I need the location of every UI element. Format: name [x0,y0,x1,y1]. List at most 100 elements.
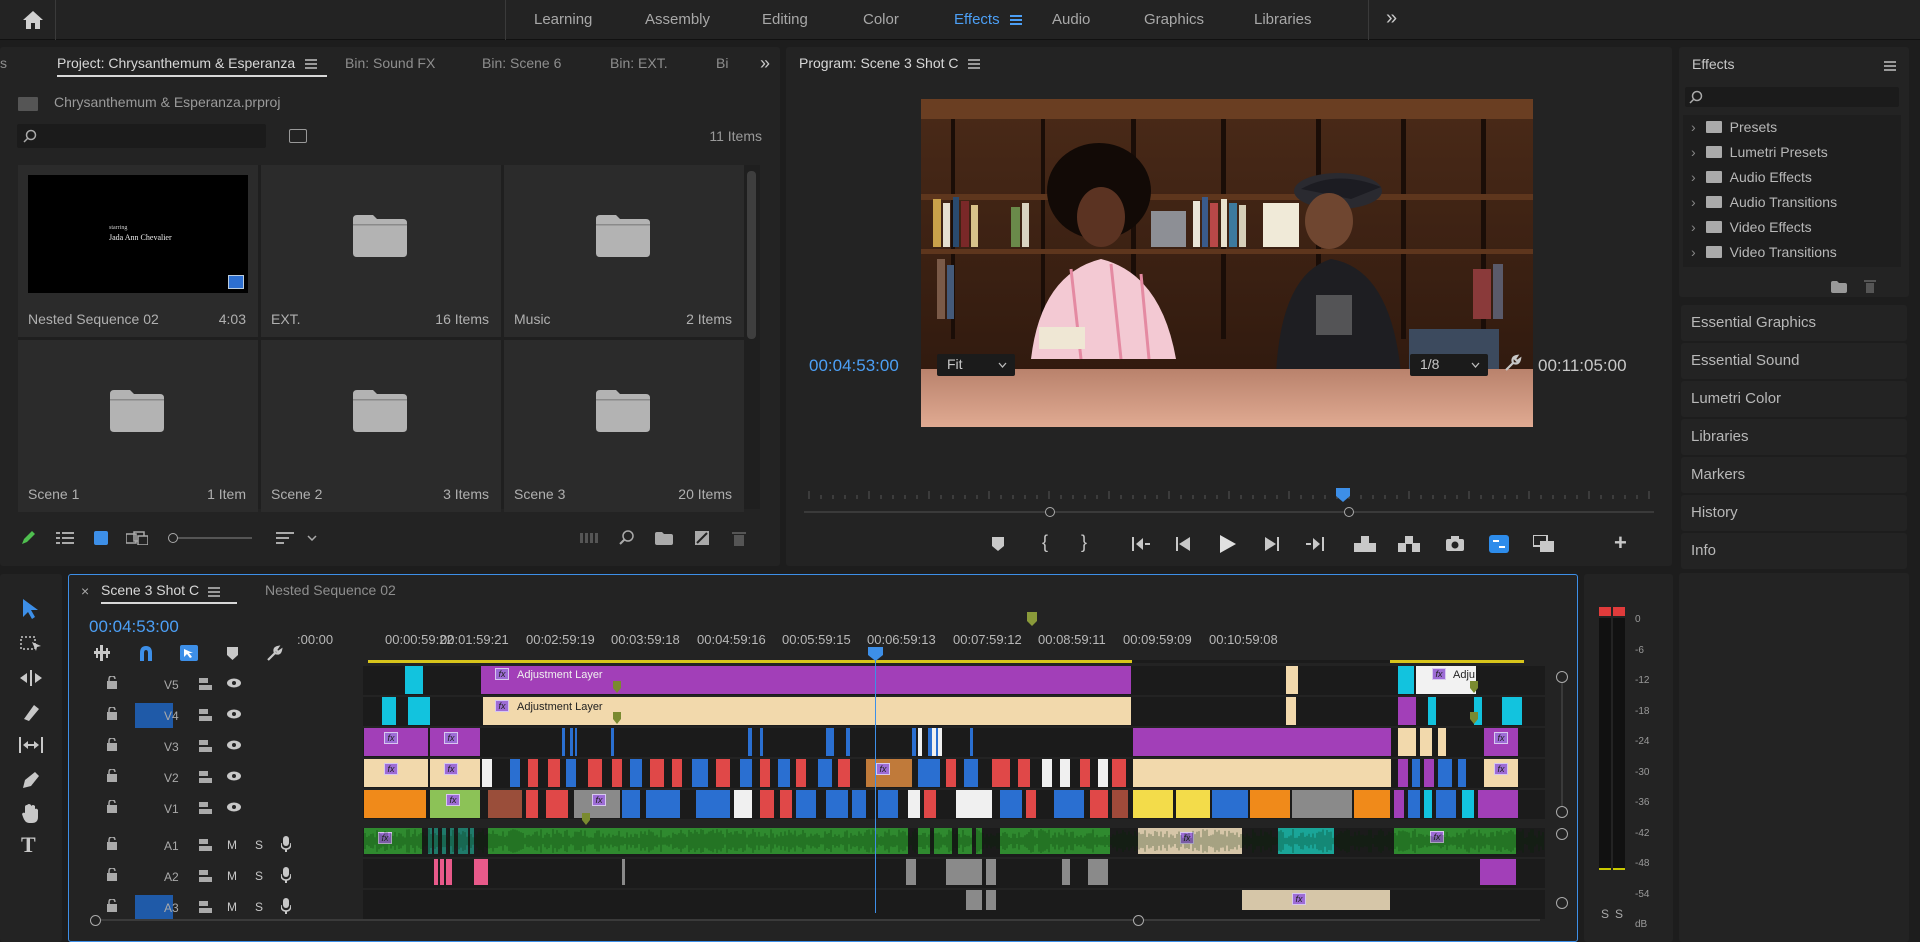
clip-v2[interactable] [1438,759,1452,787]
mute-button[interactable]: M [227,900,237,914]
track-lock-icon[interactable] [107,899,117,912]
clip-v5[interactable] [405,666,423,694]
clip-v2[interactable] [778,759,790,787]
step-back-icon[interactable] [1176,537,1190,551]
eye-icon[interactable] [227,802,241,812]
list-view-icon[interactable] [56,531,74,545]
workspace-tab-effects[interactable]: Effects [954,0,1000,40]
panel-libraries[interactable]: Libraries [1681,419,1907,455]
clip-v3[interactable] [570,728,573,756]
playhead-line[interactable] [875,655,876,913]
panel-info[interactable]: Info [1681,533,1907,569]
track-lock-icon[interactable] [107,676,117,689]
clip-v1[interactable] [852,790,866,818]
clip-v2[interactable] [1458,759,1466,787]
clip-v2[interactable] [692,759,708,787]
nest-toggle-icon[interactable] [94,645,110,661]
clip-v2[interactable] [588,759,602,787]
linked-selection-icon[interactable] [180,645,198,661]
scrub-in-handle[interactable] [1045,507,1055,517]
freeform-view-icon[interactable] [126,531,148,545]
track-height-handle[interactable] [1556,671,1568,683]
clip-v2[interactable] [740,759,752,787]
bin-item-nested-sequence[interactable]: starring Jada Ann Chevalier Nested Seque… [18,165,258,337]
add-marker-icon[interactable] [992,537,1004,551]
ripple-edit-tool-icon[interactable] [20,670,42,686]
panel-essential-graphics[interactable]: Essential Graphics [1681,305,1907,341]
bin-scrollbar[interactable] [747,171,756,339]
clip-v2[interactable] [1080,759,1090,787]
sync-lock-icon[interactable] [199,901,213,913]
panel-history[interactable]: History [1681,495,1907,531]
hand-tool-icon[interactable] [21,803,41,823]
track-lock-icon[interactable] [107,769,117,782]
track-lock-icon[interactable] [107,738,117,751]
tab-bin-scene-6[interactable]: Bin: Scene 6 [482,47,561,79]
clip-v1[interactable] [780,790,792,818]
effects-item-audio-transitions[interactable]: › Audio Transitions [1691,190,1837,215]
track-height-handle[interactable] [1556,897,1568,909]
effects-item-presets[interactable]: › Presets [1691,115,1777,140]
clip-v2[interactable] [1398,759,1408,787]
clip-v1[interactable] [696,790,730,818]
resolution-dropdown[interactable]: 1/8 [1410,354,1488,376]
sync-lock-icon[interactable] [199,709,213,721]
clip-v3-group[interactable] [1133,728,1391,756]
meter-clip-indicator-left[interactable] [1599,607,1611,616]
eye-icon[interactable] [227,678,241,688]
clip-v2[interactable] [838,759,850,787]
play-icon[interactable] [1220,535,1236,553]
clip-v1[interactable] [908,790,920,818]
pen-tool-icon[interactable] [21,770,41,790]
voiceover-mic-icon[interactable] [281,867,291,883]
eye-icon[interactable] [227,740,241,750]
panel-overflow[interactable]: s [0,47,7,79]
clip-v3[interactable] [1438,728,1446,756]
clip-v1[interactable] [956,790,992,818]
tab-project[interactable]: Project: Chrysanthemum & Esperanza [57,47,328,79]
clip-v2[interactable] [918,759,940,787]
bin-item-scene-3[interactable]: Scene 3 20 Items [504,340,744,512]
horizontal-scrollbar[interactable] [90,915,1540,926]
sort-chevron-icon[interactable] [307,535,317,541]
timeline-menu-icon[interactable] [208,587,220,597]
zoom-slider[interactable] [168,533,254,543]
type-tool-icon[interactable]: T [21,832,36,858]
clip-v1[interactable] [760,790,774,818]
clip-v3[interactable] [1398,728,1416,756]
voiceover-mic-icon[interactable] [281,898,291,914]
sequence-marker-icon[interactable] [1027,612,1037,626]
clip-v2[interactable] [992,759,1010,787]
selection-tool-icon[interactable] [21,598,39,620]
effects-item-video-transitions[interactable]: › Video Transitions [1691,240,1837,265]
clip-v1[interactable] [1026,790,1036,818]
workspace-tab-assembly[interactable]: Assembly [645,0,710,40]
clip-v2[interactable] [964,759,978,787]
clip-v3[interactable] [1420,728,1432,756]
mute-button[interactable]: M [227,869,237,883]
clip-v3[interactable] [932,728,936,756]
clip-v3[interactable] [575,728,577,756]
workspace-tab-color[interactable]: Color [863,0,899,40]
solo-button[interactable]: S [255,900,263,914]
clip-v2[interactable] [1042,759,1052,787]
workspace-tab-editing[interactable]: Editing [762,0,808,40]
sync-lock-icon[interactable] [199,740,213,752]
project-menu-icon[interactable] [305,59,317,69]
clip-v1[interactable] [1354,790,1390,818]
clip-v3[interactable] [938,728,942,756]
clip-v2[interactable] [528,759,538,787]
workspace-tab-libraries[interactable]: Libraries [1254,0,1312,40]
fit-dropdown[interactable]: Fit [937,354,1015,376]
clip-v4[interactable] [408,697,430,725]
clip-v1[interactable] [526,790,538,818]
voiceover-mic-icon[interactable] [281,836,291,852]
bin-item-music[interactable]: Music 2 Items [504,165,744,337]
tab-scene-3-shot-c[interactable]: Scene 3 Shot C [101,575,238,605]
pencil-icon[interactable] [20,530,36,546]
clip-v2-group[interactable] [1133,759,1391,787]
track-lock-icon[interactable] [107,800,117,813]
clip-v3[interactable] [760,728,763,756]
eye-icon[interactable] [227,771,241,781]
clip-v2[interactable] [612,759,622,787]
